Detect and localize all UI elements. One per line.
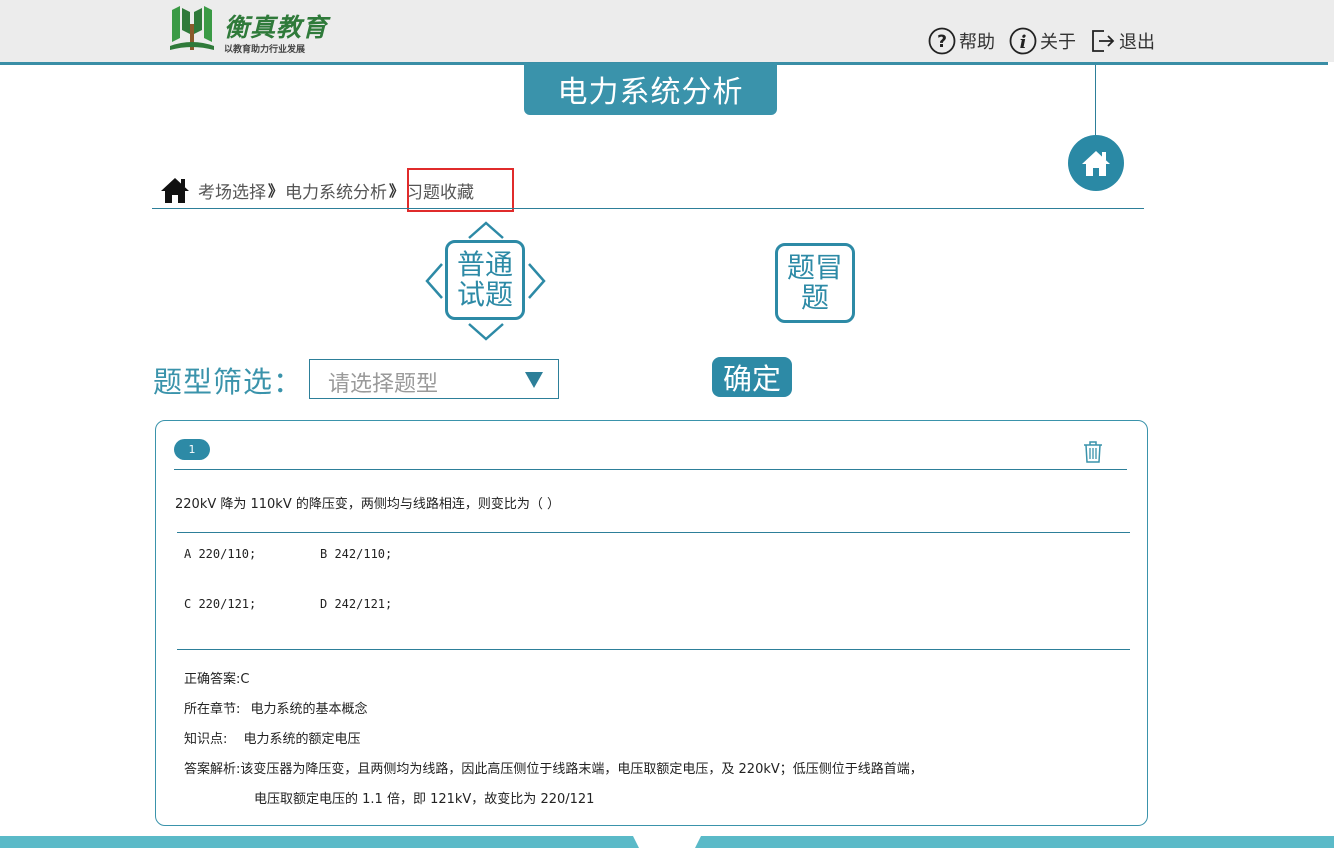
analysis-line-1: 该变压器为降压变，且两侧均为线路，因此高压侧位于线路末端，电压取额定电压，及 2… [240,762,923,777]
about-label: 关于 [1040,32,1076,53]
home-button-string [1095,65,1096,137]
breadcrumb-separator: 》 [389,181,405,200]
filter-label: 题型筛选： [153,365,304,399]
analysis-line-2: 电压取额定电压的 1.1 倍，即 121kV，故变比为 220/121 [254,792,595,807]
confirm-button[interactable]: 确定 [712,357,792,397]
logout-link[interactable]: 退出 [1090,27,1155,55]
home-icon [1082,151,1110,176]
logout-label: 退出 [1119,32,1155,53]
correct-answer-value: :C [236,672,250,687]
chevron-right-icon [528,263,546,299]
trash-icon[interactable] [1083,441,1103,463]
question-number-badge: 1 [174,439,210,460]
question-text: 220kV 降为 110kV 的降压变，两侧均与线路相连，则变比为（ ） [175,497,560,512]
option-b[interactable]: B 242/110; [320,547,392,561]
logo-slogan: 以教育助力行业发展 [224,45,306,55]
tile-capped-questions[interactable]: 题冒 题 [775,243,855,323]
tile-cap-label-2: 题 [800,281,829,314]
correct-answer-label: 正确答案 [184,672,237,687]
breadcrumb-separator: 》 [268,181,284,200]
breadcrumb-item-exam-select[interactable]: 考场选择 [198,178,266,203]
breadcrumb-highlight-box [407,168,514,212]
chevron-up-icon [468,221,504,239]
bottom-notch [633,836,701,848]
tile-cap-label-1: 题冒 [786,251,843,284]
chapter-value: 电力系统的基本概念 [250,702,368,717]
option-c[interactable]: C 220/121; [184,597,256,611]
chapter-label: 所在章节: [184,702,241,717]
question-type-select[interactable]: 请选择题型 [309,359,559,399]
question-card: 1 220kV 降为 110kV 的降压变，两侧均与线路相连，则变比为（ ） A… [155,420,1148,826]
option-d[interactable]: D 242/121; [320,597,392,611]
breadcrumb-home[interactable] [160,176,190,204]
tree-book-icon [170,6,214,50]
card-divider [177,649,1130,650]
card-divider [177,532,1130,533]
analysis-label: 答案解析: [184,762,241,777]
help-icon: ? [928,27,956,55]
home-icon [161,178,189,203]
logout-icon [1092,30,1115,52]
about-link[interactable]: i 关于 [1009,27,1076,55]
select-placeholder: 请选择题型 [328,372,439,397]
help-link[interactable]: ? 帮助 [928,27,995,55]
correct-answer: 正确答案:C [184,668,249,687]
card-divider [174,469,1127,470]
svg-text:i: i [1020,32,1027,53]
header-links: ? 帮助 i 关于 退出 [928,26,1169,56]
analysis: 答案解析:该变压器为降压变，且两侧均为线路，因此高压侧位于线路末端，电压取额定电… [184,758,923,777]
home-button[interactable] [1068,135,1124,191]
tile-normal-questions[interactable]: 普通 试题 [445,240,525,320]
caret-down-icon [525,372,543,388]
logo[interactable]: 衡真教育 以教育助力行业发展 [166,4,336,56]
info-icon: i [1009,27,1037,55]
knowledge-point: 知识点: 电力系统的额定电压 [184,728,361,747]
option-a[interactable]: A 220/110; [184,547,256,561]
page-title: 电力系统分析 [524,63,777,115]
knowledge-value: 电力系统的额定电压 [243,732,361,747]
tile-normal-label-2: 试题 [456,278,513,311]
chevron-left-icon [425,263,443,299]
knowledge-label: 知识点: [184,732,228,747]
breadcrumb-divider [152,208,1144,209]
logo-name: 衡真教育 [224,13,329,42]
breadcrumb-item-subject[interactable]: 电力系统分析 [285,178,387,203]
tile-normal-label-1: 普通 [456,248,513,281]
help-label: 帮助 [959,32,995,53]
svg-text:?: ? [937,32,947,52]
chevron-down-icon [468,323,504,341]
chapter: 所在章节: 电力系统的基本概念 [184,698,368,717]
